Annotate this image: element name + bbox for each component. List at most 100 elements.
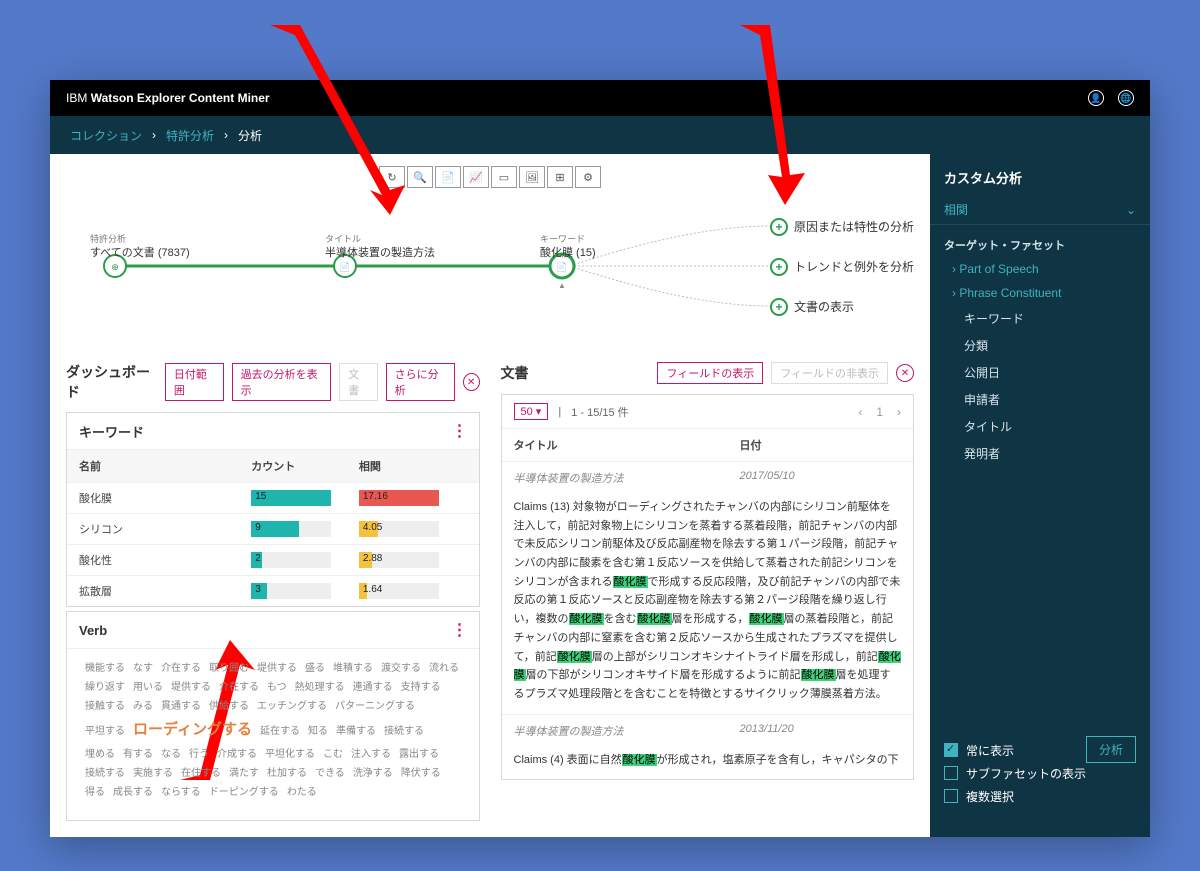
facet-keyword[interactable]: キーワード (930, 305, 1150, 332)
verb-word[interactable]: 繰り返す (85, 678, 125, 697)
facet-applicant[interactable]: 申請者 (930, 386, 1150, 413)
branch-cause[interactable]: +原因または特性の分析 (770, 218, 914, 236)
chk-always[interactable]: 常に表示 (944, 742, 1086, 759)
more-analysis-button[interactable]: さらに分析 (386, 363, 455, 401)
verb-word[interactable]: 堆積する (333, 659, 373, 678)
tool-search-icon[interactable]: 🔍 (407, 166, 433, 188)
history-button[interactable]: 過去の分析を表示 (232, 363, 332, 401)
verb-word[interactable]: 得る (85, 783, 105, 802)
keyword-row[interactable]: 酸化性 2 2.88 (67, 544, 479, 575)
verb-word[interactable]: 連通する (353, 678, 393, 697)
verb-word[interactable]: できる (315, 764, 345, 783)
verb-word[interactable]: 貫通する (161, 697, 201, 716)
tool-chart-icon[interactable]: 📈 (463, 166, 489, 188)
close-icon[interactable]: ✕ (896, 364, 914, 382)
verb-word[interactable]: 供給する (209, 697, 249, 716)
keyword-row[interactable]: 酸化膜 15 17.16 (67, 482, 479, 513)
flow-node2-label[interactable]: 半導体装置の製造方法 (325, 244, 435, 260)
verb-word[interactable]: 流れる (429, 659, 459, 678)
verb-word[interactable]: 成長する (113, 783, 153, 802)
verb-word[interactable]: 注入する (351, 745, 391, 764)
sidebar-dropdown[interactable]: 相関 ⌄ (930, 195, 1150, 225)
verb-word[interactable]: ドーピングする (209, 783, 279, 802)
verb-cloud[interactable]: 機能するなす介在する取り囲む堤供する盛る堆積する渡交する流れる繰り返す用いる堤供… (67, 649, 479, 820)
verb-highlight[interactable]: ローディングする (133, 716, 252, 745)
facet-pos[interactable]: › Part of Speech (930, 257, 1150, 281)
verb-word[interactable]: わたる (287, 783, 317, 802)
verb-word[interactable]: 行う (189, 745, 209, 764)
verb-word[interactable]: もつ (267, 678, 287, 697)
verb-word[interactable]: 平坦する (85, 722, 125, 741)
verb-word[interactable]: 露出する (399, 745, 439, 764)
verb-word[interactable]: 満たす (229, 764, 259, 783)
verb-word[interactable]: 実施する (133, 764, 173, 783)
verb-word[interactable]: 渡交する (381, 659, 421, 678)
user-icon[interactable]: 👤 (1088, 90, 1104, 106)
tool-image-icon[interactable]: 🖼 (519, 166, 545, 188)
verb-word[interactable]: 知る (308, 722, 328, 741)
chk-multi[interactable]: 複数選択 (944, 788, 1136, 805)
tool-grid-icon[interactable]: ⊞ (547, 166, 573, 188)
page-size-select[interactable]: 50 ▾ (514, 403, 549, 420)
verb-word[interactable]: 熱処理する (295, 678, 345, 697)
prev-page-icon[interactable]: ‹ (858, 405, 862, 419)
verb-word[interactable]: 降伏する (401, 764, 441, 783)
verb-word[interactable]: 介在する (161, 659, 201, 678)
facet-title[interactable]: タイトル (930, 413, 1150, 440)
verb-word[interactable]: パターニングする (335, 697, 415, 716)
next-page-icon[interactable]: › (897, 405, 901, 419)
facet-pc[interactable]: › Phrase Constituent (930, 281, 1150, 305)
verb-word[interactable]: 介在する (219, 678, 259, 697)
verb-word[interactable]: 接続する (384, 722, 424, 741)
chk-subfacet[interactable]: サブファセットの表示 (944, 765, 1136, 782)
docs-title: 文書 (501, 363, 529, 383)
flow-node3-label[interactable]: 酸化膜 (15) (540, 244, 596, 260)
verb-word[interactable]: なる (161, 745, 181, 764)
branch-docs[interactable]: +文書の表示 (770, 298, 854, 316)
verb-word[interactable]: 盛る (305, 659, 325, 678)
verb-word[interactable]: みる (133, 697, 153, 716)
verb-word[interactable]: エッチングする (257, 697, 327, 716)
close-icon[interactable]: ✕ (463, 373, 480, 391)
verb-word[interactable]: 有する (123, 745, 153, 764)
verb-word[interactable]: 介成する (217, 745, 257, 764)
keyword-row[interactable]: 拡散層 3 1.64 (67, 575, 479, 606)
doc-row[interactable]: 半導体装置の製造方法 2017/05/10 (502, 461, 914, 498)
verb-word[interactable]: 接続する (85, 764, 125, 783)
verb-word[interactable]: 平坦化する (265, 745, 315, 764)
verb-word[interactable]: 堤供する (257, 659, 297, 678)
verb-word[interactable]: 接触する (85, 697, 125, 716)
tool-doc-icon[interactable]: 📄 (435, 166, 461, 188)
verb-word[interactable]: ならする (161, 783, 201, 802)
verb-word[interactable]: 杜加する (267, 764, 307, 783)
branch-trend[interactable]: +トレンドと例外を分析 (770, 258, 914, 276)
verb-word[interactable]: 洗浄する (353, 764, 393, 783)
tool-settings-icon[interactable]: ⚙ (575, 166, 601, 188)
keyword-row[interactable]: シリコン 9 4.05 (67, 513, 479, 544)
facet-pubdate[interactable]: 公開日 (930, 359, 1150, 386)
verb-word[interactable]: 在住する (181, 764, 221, 783)
verb-word[interactable]: 支持する (401, 678, 441, 697)
verb-word[interactable]: 延在する (260, 722, 300, 741)
analyze-button[interactable]: 分析 (1086, 736, 1136, 763)
verb-word[interactable]: 取り囲む (209, 659, 249, 678)
verb-word[interactable]: 機能する (85, 659, 125, 678)
verb-word[interactable]: なす (133, 659, 153, 678)
breadcrumb-item-collection[interactable]: コレクション (70, 127, 142, 144)
show-fields-button[interactable]: フィールドの表示 (657, 362, 763, 384)
verb-word[interactable]: 堤供する (171, 678, 211, 697)
more-icon[interactable]: ⋮ (452, 620, 467, 640)
verb-word[interactable]: 埋める (85, 745, 115, 764)
date-range-button[interactable]: 日付範囲 (165, 363, 224, 401)
tool-card-icon[interactable]: ▭ (491, 166, 517, 188)
breadcrumb-item-patent[interactable]: 特許分析 (166, 127, 214, 144)
verb-word[interactable]: 用いる (133, 678, 163, 697)
doc-row[interactable]: 半導体装置の製造方法 2013/11/20 (502, 714, 914, 751)
flow-node1-label[interactable]: すべての文書 (7837) (90, 244, 190, 260)
more-icon[interactable]: ⋮ (452, 421, 467, 441)
verb-word[interactable]: こむ (323, 745, 343, 764)
facet-inventor[interactable]: 発明者 (930, 440, 1150, 467)
facet-category[interactable]: 分類 (930, 332, 1150, 359)
globe-icon[interactable]: 🌐 (1118, 90, 1134, 106)
verb-word[interactable]: 準備する (336, 722, 376, 741)
